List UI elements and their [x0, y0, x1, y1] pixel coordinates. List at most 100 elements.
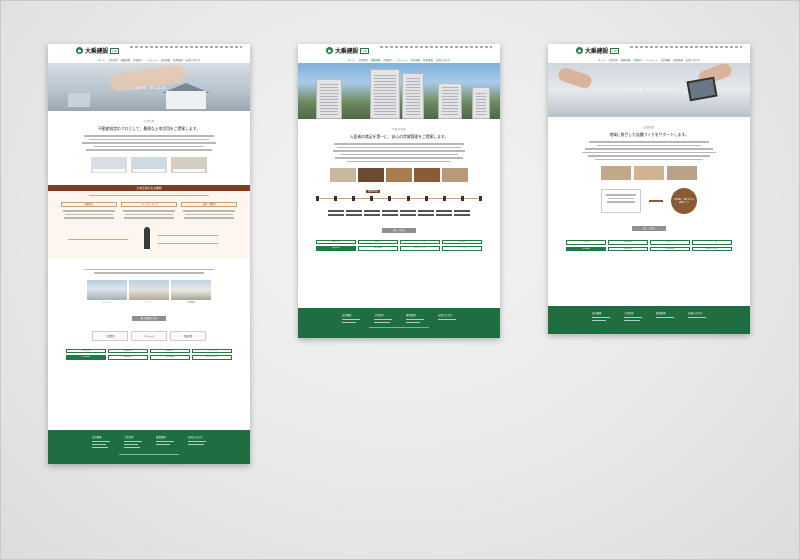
store-photo[interactable] [667, 166, 697, 180]
works-photo-card[interactable]: アパート [129, 279, 169, 304]
service-link[interactable]: 売買仲介 [358, 239, 398, 244]
service-link[interactable]: 採用情報 [650, 246, 690, 251]
service-link[interactable]: 資料請求 [108, 355, 148, 360]
nav-item[interactable]: 会社概要 [661, 58, 671, 62]
service-link[interactable]: 賃貸管理 [608, 240, 648, 245]
logo-mark-icon: ● [326, 47, 333, 54]
service-link[interactable]: リフォーム [400, 239, 440, 244]
footer-heading[interactable]: 土地活用 [624, 311, 642, 315]
column-title: 店舗・事業用 [181, 202, 237, 207]
nav-item[interactable]: 土地活用 [108, 58, 118, 62]
room-photo[interactable] [386, 168, 412, 182]
nav-item[interactable]: 売買仲介 [133, 58, 143, 62]
service-link[interactable]: 会社概要 [566, 246, 606, 251]
logo-text: 大乗建設 [585, 48, 609, 55]
service-link[interactable]: 売買仲介 [150, 348, 190, 353]
store-photo[interactable] [601, 166, 631, 180]
store-photo[interactable] [634, 166, 664, 180]
concept-card [601, 189, 641, 213]
service-link[interactable]: 土地活用 [566, 240, 606, 245]
service-link[interactable]: 資料請求 [316, 246, 356, 251]
footer-heading[interactable]: お問い合わせ [188, 435, 206, 439]
service-link[interactable]: アクセス [442, 246, 482, 251]
service-link[interactable]: 売買仲介 [650, 240, 690, 245]
hero-image: STORE CONCEPT [548, 63, 750, 117]
nav-item[interactable]: 採用情報 [173, 58, 183, 62]
service-link[interactable]: リフォーム [192, 348, 232, 353]
service-link[interactable]: お問い合わせ [192, 355, 232, 360]
nav-item[interactable]: ホーム [98, 58, 105, 62]
feature-thumb[interactable] [131, 156, 167, 173]
nav-item[interactable]: 土地活用 [358, 58, 368, 62]
service-link[interactable]: お問い合わせ [692, 246, 732, 251]
land-type-column: 店舗・事業用 [181, 202, 237, 219]
nav-item[interactable]: 採用情報 [423, 58, 433, 62]
hero-title: STORE CONCEPT [623, 87, 675, 92]
nav-item[interactable]: リフォーム [146, 58, 158, 62]
service-link[interactable]: 土地活用 [66, 348, 106, 353]
service-link[interactable]: 会社概要 [66, 355, 106, 360]
site-logo[interactable]: ● 大乗建設 LIX [326, 46, 369, 55]
nav-item[interactable]: 売買仲介 [633, 58, 643, 62]
room-photo[interactable] [358, 168, 384, 182]
more-works-button[interactable]: 施工事例を見る [132, 315, 166, 321]
room-photo[interactable] [330, 168, 356, 182]
service-link[interactable]: 採用情報 [150, 355, 190, 360]
footer-heading[interactable]: 会社概要 [92, 435, 110, 439]
footer-heading[interactable]: 賃貸管理 [156, 435, 174, 439]
room-photo[interactable] [442, 168, 468, 182]
intro-section: 不動産管理 入居者の満足を第一に、安心の賃貸管理をご提案します。 [298, 119, 500, 186]
section-label: 土地活用 [143, 120, 155, 123]
nav-item[interactable]: リフォーム [646, 58, 658, 62]
banner-link[interactable]: リフォーム [131, 330, 167, 341]
nav-item[interactable]: 採用情報 [673, 58, 683, 62]
header-contact-strip [130, 46, 242, 48]
footer-heading[interactable]: 会社概要 [342, 313, 360, 317]
nav-item[interactable]: 賃貸管理 [371, 58, 381, 62]
nav-item[interactable]: ホーム [598, 58, 605, 62]
nav-item[interactable]: お問い合わせ [686, 58, 700, 62]
nav-item[interactable]: 賃貸管理 [621, 58, 631, 62]
service-link[interactable]: リフォーム [692, 240, 732, 245]
footer-heading[interactable]: お問い合わせ [688, 311, 706, 315]
works-photos: マンション アパート 戸建賃貸 [62, 279, 236, 304]
footer-heading[interactable]: 賃貸管理 [656, 311, 674, 315]
column-title: コインパーキング [121, 202, 177, 207]
nav-item[interactable]: リフォーム [396, 58, 408, 62]
works-photo-card[interactable]: 戸建賃貸 [171, 279, 211, 304]
nav-item[interactable]: 売買仲介 [383, 58, 393, 62]
feature-thumb[interactable] [91, 156, 127, 173]
works-photo-card[interactable]: マンション [87, 279, 127, 304]
nav-item[interactable]: お問い合わせ [186, 58, 200, 62]
service-link[interactable]: 賃貸管理 [316, 239, 356, 244]
banner-link[interactable]: 土地活用 [92, 330, 128, 341]
more-button[interactable]: 詳しく見る [632, 226, 666, 231]
site-logo[interactable]: ● 大乗建設 LIX [576, 46, 619, 55]
nav-item[interactable]: お問い合わせ [436, 58, 450, 62]
banner-row: 土地活用 リフォーム 空室対策 [62, 330, 236, 341]
footer-heading[interactable]: 土地活用 [124, 435, 142, 439]
banner-link[interactable]: 空室対策 [170, 330, 206, 341]
service-link[interactable]: 会社概要 [442, 239, 482, 244]
service-link[interactable]: 資料請求 [608, 246, 648, 251]
nav-item[interactable]: 会社概要 [161, 58, 171, 62]
nav-item[interactable]: 賃貸管理 [121, 58, 131, 62]
room-photo[interactable] [414, 168, 440, 182]
footer-heading[interactable]: 賃貸管理 [406, 313, 424, 317]
works-section: マンション アパート 戸建賃貸 施工事例を見る 土地活用 リフォーム 空室対策 [48, 259, 250, 345]
service-link[interactable]: お問い合わせ [400, 246, 440, 251]
site-header: ● 大乗建設 LIX [548, 44, 750, 56]
more-button[interactable]: 詳しく見る [382, 227, 416, 233]
service-link[interactable]: 採用情報 [358, 246, 398, 251]
body-text [312, 143, 486, 162]
service-link[interactable]: 賃貸管理 [108, 348, 148, 353]
feature-thumb[interactable] [171, 156, 207, 173]
nav-item[interactable]: 土地活用 [608, 58, 618, 62]
footer-heading[interactable]: 会社概要 [592, 311, 610, 315]
site-logo[interactable]: ● 大乗建設 LIX [76, 46, 119, 55]
nav-item[interactable]: 会社概要 [411, 58, 421, 62]
person-silhouette-icon [144, 226, 150, 249]
footer-heading[interactable]: お問い合わせ [438, 313, 456, 317]
nav-item[interactable]: ホーム [348, 58, 355, 62]
footer-heading[interactable]: 土地活用 [374, 313, 392, 317]
